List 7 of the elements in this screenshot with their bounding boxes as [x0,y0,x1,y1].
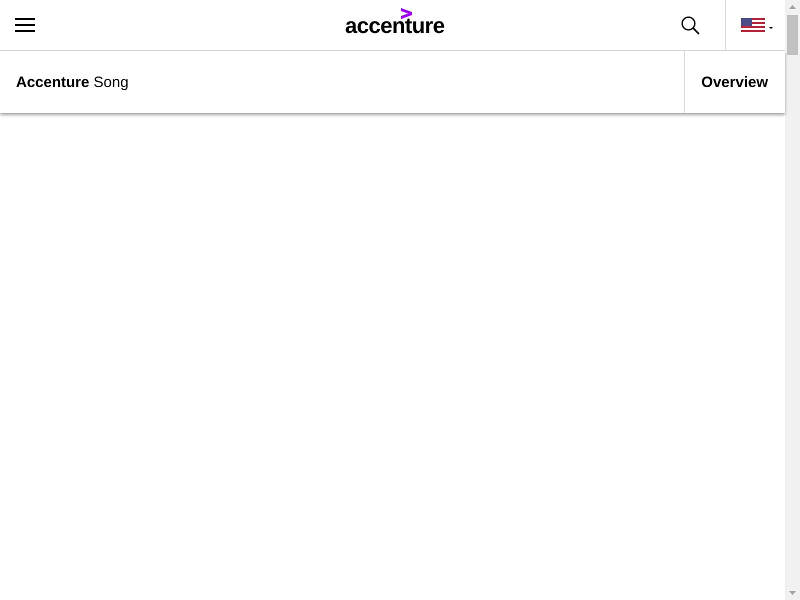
flag-icon [741,18,775,32]
chevron-icon [401,8,412,19]
section-title: Accenture Song [16,74,129,90]
search-icon [680,16,700,34]
menu-icon [15,17,35,33]
menu-button[interactable] [15,17,35,33]
logo[interactable]: accenture [345,11,444,41]
